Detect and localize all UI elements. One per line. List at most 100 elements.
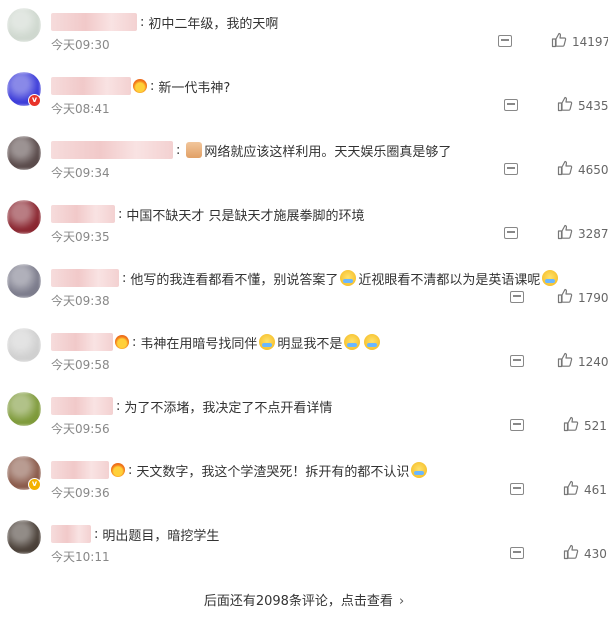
thumbs-up-emoji-icon xyxy=(186,142,203,158)
colon-separator: : xyxy=(132,334,137,350)
comment-icon[interactable] xyxy=(510,291,524,303)
comment-time: 今天10:11 xyxy=(51,550,110,564)
thumbs-up-icon xyxy=(557,96,573,115)
avatar-image xyxy=(7,136,41,170)
like-count: 5435 xyxy=(578,98,608,113)
more-comments-label: 后面还有2098条评论，点击查看 xyxy=(203,594,393,609)
comment-item: : 为了不添堵，我决定了不点开看详情 今天09:56 521 xyxy=(0,392,608,456)
crying-emoji-icon xyxy=(344,334,361,350)
colon-separator: : xyxy=(116,398,121,414)
comment-icon[interactable] xyxy=(504,163,518,175)
avatar-image xyxy=(7,264,41,298)
comment-text: 明出题目，暗挖学生 xyxy=(102,528,220,544)
avatar[interactable] xyxy=(7,200,41,234)
thumbs-up-icon xyxy=(563,416,579,435)
comment-icon[interactable] xyxy=(510,419,524,431)
username-blurred[interactable] xyxy=(51,525,91,543)
chevron-right-icon: › xyxy=(398,594,405,609)
comment-item: v: 天文数字，我这个学渣哭死！拆开有的都不认识 今天09:36 461 xyxy=(0,456,608,520)
comment-time: 今天09:30 xyxy=(51,38,110,52)
comment-text-2: 明显我不是 xyxy=(277,336,343,352)
colon-separator: : xyxy=(150,78,155,94)
comment-item: : 他写的我连看都看不懂，别说答案了 近视眼看不清都以为是英语课呢今天09:38 17… xyxy=(0,264,608,328)
comment-text: 新一代韦神? xyxy=(158,80,231,96)
comment-item: v: 新一代韦神? 今天08:41 5435 xyxy=(0,72,608,136)
comment-icon[interactable] xyxy=(498,35,512,47)
like-count: 3287 xyxy=(578,226,608,241)
like-button[interactable]: 4650 xyxy=(552,160,608,179)
verified-badge-icon: v xyxy=(28,478,41,491)
comment-item: : 韦神在用暗号找同伴 明显我不是今天09:58 1240 xyxy=(0,328,608,392)
comment-item: : 明出题目，暗挖学生 今天10:11 430 xyxy=(0,520,608,584)
thumbs-up-icon xyxy=(557,160,573,179)
comment-text: 天文数字，我这个学渣哭死！拆开有的都不认识 xyxy=(136,464,410,480)
laugh-cry-emoji-icon xyxy=(411,462,428,478)
avatar-image xyxy=(7,392,41,426)
username-blurred[interactable] xyxy=(51,141,173,159)
laugh-cry-emoji-icon xyxy=(340,270,357,286)
comment-text: 初中二年级，我的天啊 xyxy=(148,16,279,32)
like-button[interactable]: 1240 xyxy=(552,352,608,371)
avatar[interactable] xyxy=(7,520,41,554)
username-blurred[interactable] xyxy=(51,269,119,287)
comment-icon[interactable] xyxy=(504,99,518,111)
member-crown-icon xyxy=(133,79,147,93)
like-count: 461 xyxy=(584,482,607,497)
colon-separator: : xyxy=(122,270,127,286)
username-blurred[interactable] xyxy=(51,397,113,415)
like-button[interactable]: 461 xyxy=(558,480,607,499)
comment-text-2: 近视眼看不清都以为是英语课呢 xyxy=(358,272,541,288)
comment-text: 韦神在用暗号找同伴 xyxy=(140,336,258,352)
comment-time: 今天09:38 xyxy=(51,294,110,308)
like-button[interactable]: 430 xyxy=(558,544,607,563)
comment-item: : 中国不缺天才 只是缺天才施展拳脚的环境今天09:35 3287 xyxy=(0,200,608,264)
thumbs-up-icon xyxy=(557,224,573,243)
username-blurred[interactable] xyxy=(51,13,137,31)
username-blurred[interactable] xyxy=(51,333,113,351)
laugh-cry-emoji-icon xyxy=(542,270,559,286)
comment-time: 今天08:41 xyxy=(51,102,110,116)
comment-icon[interactable] xyxy=(510,483,524,495)
comment-time: 今天09:58 xyxy=(51,358,110,372)
like-button[interactable]: 14197 xyxy=(546,32,608,51)
comment-icon[interactable] xyxy=(504,227,518,239)
like-count: 430 xyxy=(584,546,607,561)
like-count: 4650 xyxy=(578,162,608,177)
like-button[interactable]: 3287 xyxy=(552,224,608,243)
crying-emoji-icon xyxy=(364,334,381,350)
avatar[interactable] xyxy=(7,328,41,362)
colon-separator: : xyxy=(128,462,133,478)
comment-icon[interactable] xyxy=(510,355,524,367)
member-crown-icon xyxy=(115,335,129,349)
comment-time: 今天09:56 xyxy=(51,422,110,436)
more-comments-link[interactable]: 后面还有2098条评论，点击查看 › xyxy=(0,590,608,609)
avatar[interactable] xyxy=(7,392,41,426)
thumbs-up-icon xyxy=(563,480,579,499)
username-blurred[interactable] xyxy=(51,205,115,223)
comment-text: 中国不缺天才 只是缺天才施展拳脚的环境 xyxy=(126,208,365,224)
thumbs-up-icon xyxy=(563,544,579,563)
comment-time: 今天09:35 xyxy=(51,230,110,244)
like-count: 1790 xyxy=(578,290,608,305)
like-button[interactable]: 521 xyxy=(558,416,607,435)
colon-separator: : xyxy=(118,206,123,222)
member-crown-icon xyxy=(111,463,125,477)
crying-emoji-icon xyxy=(259,334,276,350)
avatar[interactable] xyxy=(7,136,41,170)
username-blurred[interactable] xyxy=(51,77,131,95)
like-count: 14197 xyxy=(572,34,608,49)
comment-item: : 网络就应该这样利用。天天娱乐圈真是够了 今天09:34 4650 xyxy=(0,136,608,200)
comment-text: 他写的我连看都看不懂，别说答案了 xyxy=(130,272,339,288)
thumbs-up-icon xyxy=(557,288,573,307)
comment-text: 为了不添堵，我决定了不点开看详情 xyxy=(124,400,333,416)
like-button[interactable]: 5435 xyxy=(552,96,608,115)
avatar[interactable] xyxy=(7,264,41,298)
comment-item: : 初中二年级，我的天啊 今天09:30 14197 xyxy=(0,8,608,72)
colon-separator: : xyxy=(176,142,181,158)
avatar-image xyxy=(7,8,41,42)
comment-icon[interactable] xyxy=(510,547,524,559)
thumbs-up-icon xyxy=(557,352,573,371)
like-button[interactable]: 1790 xyxy=(552,288,608,307)
avatar[interactable] xyxy=(7,8,41,42)
username-blurred[interactable] xyxy=(51,461,109,479)
